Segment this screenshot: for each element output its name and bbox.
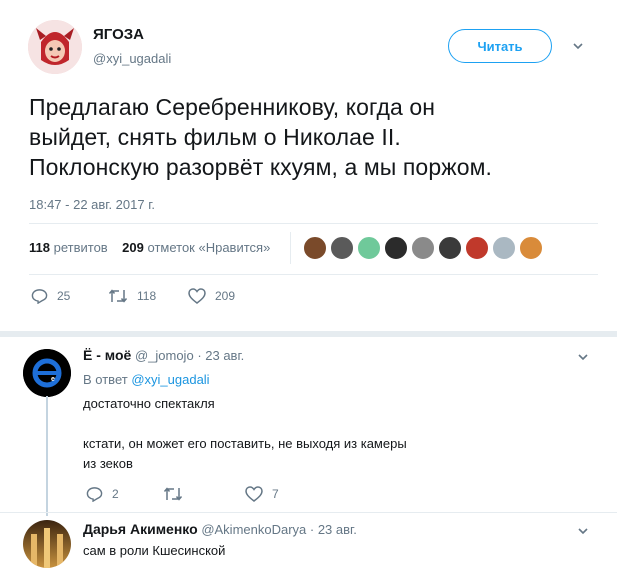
follow-button[interactable]: Читать	[448, 29, 552, 63]
tweet-text-line: Предлагаю Серебренникову, когда он	[29, 94, 436, 120]
author-name[interactable]: ЯГОЗА	[93, 26, 144, 43]
reply-header: Дарья Акименко @AkimenkoDarya · 23 авг.	[83, 521, 357, 537]
reply-header: Ё - моё @_jomojo · 23 авг.	[83, 347, 244, 363]
tweet-text: Предлагаю Серебренникову, когда он выйде…	[29, 92, 599, 182]
reply-action[interactable]: 2	[86, 486, 119, 502]
retweets-label: ретвитов	[53, 240, 108, 255]
tweet-text-line: Поклонскую разорвёт кхуям, а мы поржом.	[29, 154, 492, 180]
liker-avatar-3[interactable]	[357, 236, 381, 260]
liker-avatar-1[interactable]	[303, 236, 327, 260]
retweets-count: 118	[29, 240, 50, 255]
chevron-down-icon[interactable]	[578, 352, 588, 362]
like-count: 209	[215, 289, 236, 303]
reply-date[interactable]: · 23 авг.	[310, 522, 357, 537]
chevron-down-icon[interactable]	[578, 526, 588, 536]
liker-avatar-6[interactable]	[438, 236, 462, 260]
heart-icon	[188, 288, 206, 304]
retweets-stat[interactable]: 118 ретвитов	[29, 240, 108, 255]
reply-author-handle[interactable]: @AkimenkoDarya	[201, 522, 306, 537]
likes-label: отметок «Нравится»	[147, 240, 271, 255]
divider	[29, 223, 598, 224]
liker-avatar-7[interactable]	[465, 236, 489, 260]
stats-divider	[290, 232, 291, 264]
reply-author-handle[interactable]: @_jomojo	[135, 348, 194, 363]
author-avatar[interactable]	[28, 20, 82, 74]
liker-avatar-2[interactable]	[330, 236, 354, 260]
like-count: 7	[272, 487, 279, 501]
tweet-stats: 118 ретвитов 209 отметок «Нравится»	[29, 240, 270, 255]
svg-text:e: e	[51, 376, 55, 383]
reply-author-name[interactable]: Дарья Акименко	[83, 521, 198, 537]
thread-line	[46, 396, 48, 516]
retweet-action[interactable]	[163, 486, 192, 502]
like-action[interactable]: 7	[245, 486, 279, 502]
reply-text-line: кстати, он может его поставить, не выход…	[83, 436, 407, 451]
reply-date[interactable]: · 23 авг.	[197, 348, 244, 363]
reply-text-line: из зеков	[83, 456, 133, 471]
divider	[29, 274, 598, 275]
reply-icon	[31, 289, 48, 304]
like-action[interactable]: 209	[188, 288, 235, 304]
reply-author-avatar[interactable]: e	[23, 349, 71, 397]
reply-author-avatar[interactable]	[23, 520, 71, 568]
author-handle[interactable]: @xyi_ugadali	[93, 51, 171, 66]
in-reply-prefix: В ответ	[83, 372, 128, 387]
liker-avatar-5[interactable]	[411, 236, 435, 260]
reply-text-line: сам в роли Кшесинской	[83, 543, 226, 558]
reply-icon	[86, 487, 103, 502]
liker-avatar-9[interactable]	[519, 236, 543, 260]
heart-icon	[245, 486, 263, 502]
tweet-text-line: выйдет, снять фильм о Николае II.	[29, 124, 401, 150]
chevron-down-icon[interactable]	[573, 41, 583, 51]
reply-text-line: достаточно спектакля	[83, 396, 215, 411]
retweet-count: 118	[137, 289, 157, 303]
retweet-icon	[108, 289, 128, 303]
divider	[0, 512, 617, 513]
tweet-timestamp[interactable]: 18:47 - 22 авг. 2017 г.	[29, 197, 155, 212]
reply-count: 25	[57, 289, 71, 303]
likes-stat[interactable]: 209 отметок «Нравится»	[122, 240, 270, 255]
in-reply-to: В ответ @xyi_ugadali	[83, 372, 210, 387]
reply-author-name[interactable]: Ё - моё	[83, 347, 131, 363]
reply-count: 2	[112, 487, 119, 501]
retweet-icon	[163, 487, 183, 501]
in-reply-handle-link[interactable]: @xyi_ugadali	[131, 372, 209, 387]
section-divider	[0, 331, 617, 337]
liker-avatar-4[interactable]	[384, 236, 408, 260]
reply-action[interactable]: 25	[31, 288, 70, 304]
liker-avatar-8[interactable]	[492, 236, 516, 260]
retweet-action[interactable]: 118	[108, 288, 156, 304]
likes-count: 209	[122, 240, 144, 255]
